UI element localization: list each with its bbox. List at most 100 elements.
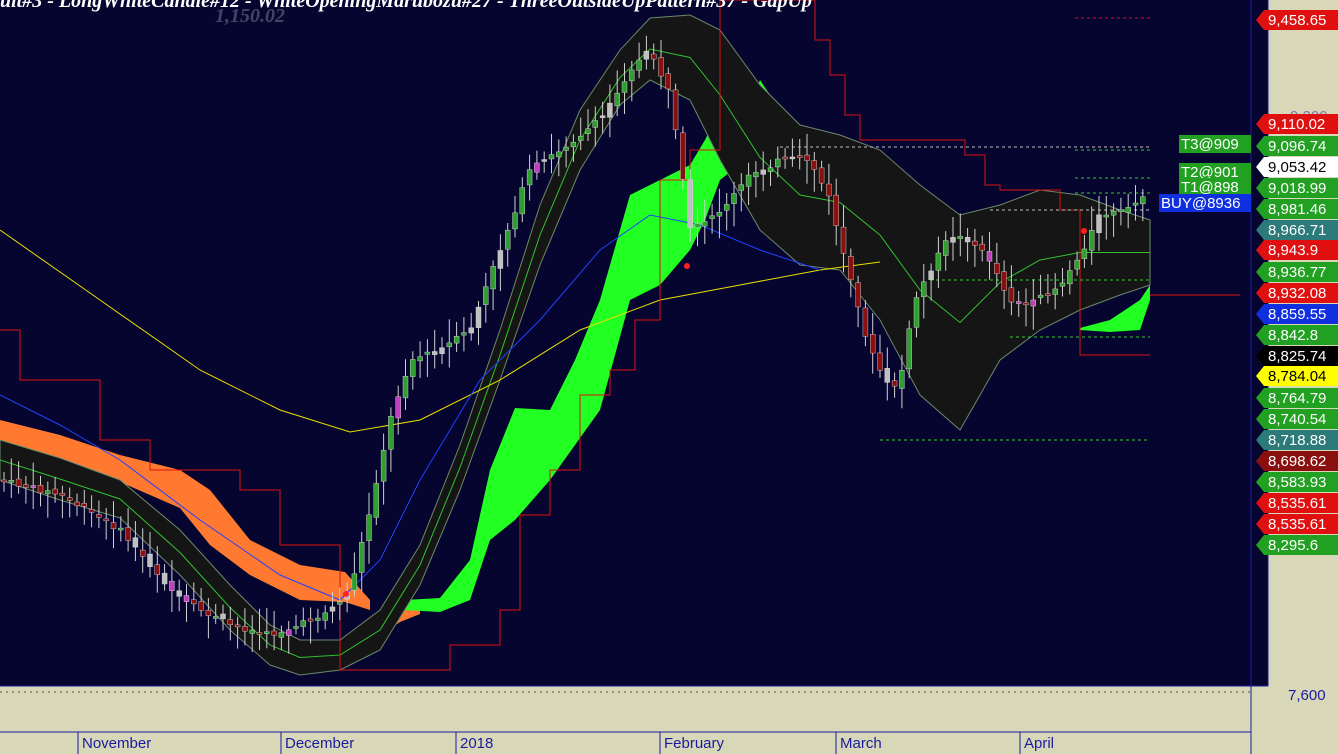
candle-body — [1052, 288, 1058, 295]
month-label-february: February — [664, 735, 725, 752]
price-tag-label: 8,966.71 — [1268, 222, 1326, 239]
candle-body — [483, 286, 489, 305]
price-tag-label: 8,535.61 — [1268, 516, 1326, 533]
candle-body — [687, 179, 693, 228]
candle-body — [694, 223, 701, 228]
month-label-april: April — [1024, 735, 1054, 752]
candle-body — [578, 135, 584, 141]
candle-body — [198, 601, 204, 611]
candle-body — [738, 184, 744, 191]
candle-body — [840, 226, 847, 254]
candle-body — [110, 522, 117, 529]
candle-body — [643, 50, 650, 60]
candle-body — [410, 359, 416, 377]
candle-body — [994, 263, 1000, 274]
candle-body — [81, 503, 88, 507]
candlestick-chart[interactable]: 1,150.02 ult#3 - LongWhiteCandle#12 - Wh… — [0, 0, 1338, 754]
candle-body — [804, 154, 810, 161]
candle-body — [599, 115, 606, 118]
candle-body — [607, 102, 613, 118]
candle-body — [629, 69, 635, 82]
candle-body — [745, 174, 752, 187]
signal-dot — [684, 263, 690, 269]
candle-body — [1067, 270, 1073, 285]
price-tag-label: 9,110.02 — [1268, 116, 1325, 133]
candle-body — [855, 282, 861, 308]
candle-body — [439, 347, 445, 354]
candle-body — [183, 595, 190, 602]
candle-body — [45, 490, 51, 495]
candle-body — [789, 156, 796, 160]
candle-body — [563, 146, 569, 151]
signal-dot — [1081, 228, 1087, 234]
candle-body — [1045, 293, 1051, 296]
price-tag-label: 8,859.55 — [1268, 306, 1326, 323]
candle-body — [1096, 214, 1102, 233]
candle-body — [1074, 259, 1080, 270]
candle-body — [30, 485, 36, 488]
candle-body — [526, 169, 533, 186]
candle-body — [264, 631, 270, 634]
trade-tag-label: BUY@8936 — [1161, 195, 1240, 212]
candle-body — [307, 618, 314, 622]
price-tag-label: 8,825.74 — [1268, 348, 1326, 365]
candle-body — [191, 599, 197, 605]
candle-body — [359, 542, 365, 573]
candle-body — [132, 537, 139, 548]
candle-body — [1088, 230, 1095, 251]
price-tag-label: 8,842.8 — [1268, 327, 1318, 344]
candle-body — [570, 141, 577, 148]
candle-body — [702, 221, 708, 227]
candle-body — [614, 92, 620, 107]
candle-body — [366, 514, 372, 541]
candle-body — [161, 572, 168, 585]
price-tag-label: 8,764.79 — [1268, 390, 1326, 407]
candle-body — [103, 518, 109, 522]
trade-tag-label: T3@909 — [1181, 136, 1239, 153]
candle-body — [37, 485, 44, 494]
candle-body — [621, 81, 628, 93]
candle-body — [15, 478, 22, 487]
price-tag-label: 8,981.46 — [1268, 201, 1326, 218]
price-tag-label: 8,740.54 — [1268, 411, 1326, 428]
candle-body — [899, 369, 905, 389]
candle-body — [417, 356, 423, 362]
price-tag-label: 8,535.61 — [1268, 495, 1326, 512]
candle-body — [548, 154, 555, 160]
price-tag-label: 8,784.04 — [1268, 368, 1326, 385]
candle-body — [556, 151, 562, 158]
candle-body — [322, 612, 328, 621]
candle-body — [592, 120, 598, 128]
candle-body — [870, 334, 876, 354]
price-tag-label: 9,458.65 — [1268, 12, 1326, 29]
candle-body — [1081, 248, 1088, 259]
price-tag-label: 8,583.93 — [1268, 474, 1326, 491]
candle-body — [906, 328, 912, 370]
candle-body — [1140, 196, 1146, 205]
candle-body — [453, 336, 460, 344]
candle-body — [921, 281, 927, 297]
candle-body — [658, 57, 664, 77]
candle-body — [1, 479, 7, 483]
candle-body — [329, 606, 336, 612]
price-tag-label: 9,096.74 — [1268, 138, 1326, 155]
trade-tag-label: T1@898 — [1181, 179, 1239, 196]
candle-body — [461, 332, 467, 336]
candle-body — [651, 53, 657, 60]
candle-body — [672, 89, 679, 131]
candle-body — [125, 527, 131, 541]
signal-dot — [343, 591, 349, 597]
candle-body — [74, 501, 80, 507]
candle-body — [505, 229, 511, 250]
candle-body — [928, 270, 934, 280]
price-tag-label: 8,718.88 — [1268, 432, 1326, 449]
candle-body — [1008, 287, 1015, 303]
candle-body — [446, 342, 452, 348]
candle-body — [212, 616, 219, 619]
candle-body — [388, 416, 394, 450]
candle-body — [775, 158, 781, 168]
candle-body — [862, 307, 869, 337]
candle-body — [848, 256, 854, 281]
candle-body — [935, 252, 942, 271]
candle-body — [373, 483, 379, 518]
